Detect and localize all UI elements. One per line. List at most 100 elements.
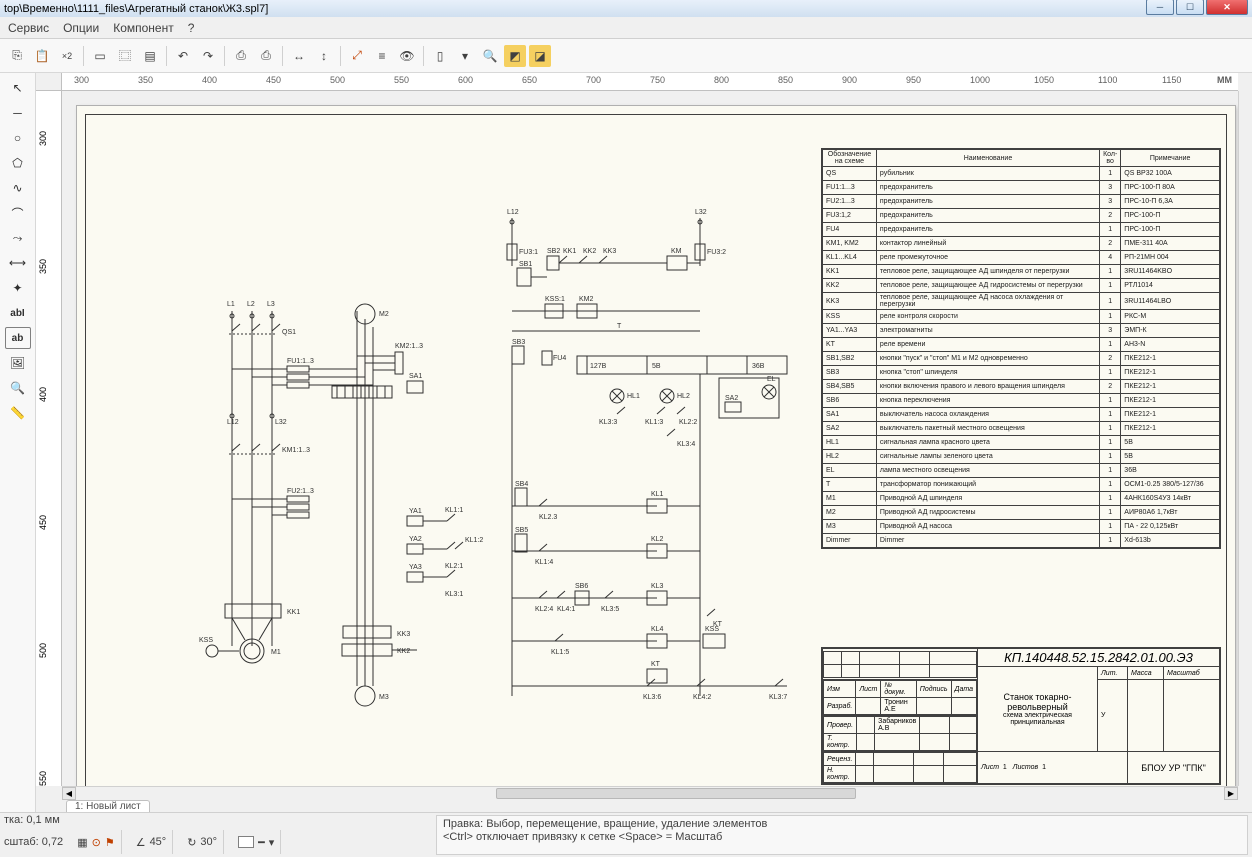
redo-icon[interactable]: ↷ xyxy=(197,45,219,67)
zoom-icon[interactable]: 🔍 xyxy=(479,45,501,67)
ruler-tool-icon[interactable]: 📏 xyxy=(5,402,31,424)
svg-text:KL3:5: KL3:5 xyxy=(601,606,619,613)
duplicate-icon[interactable]: ×2 xyxy=(56,45,78,67)
sheet-tabs: 1: Новый лист xyxy=(36,800,1252,812)
svg-text:KK3: KK3 xyxy=(603,248,616,255)
scroll-thumb[interactable] xyxy=(496,788,856,799)
binoculars-icon[interactable]: 👁 xyxy=(396,45,418,67)
text-tool-icon[interactable]: ab xyxy=(5,327,31,349)
scroll-left-icon[interactable]: ◀ xyxy=(62,787,76,800)
svg-text:L32: L32 xyxy=(695,209,707,216)
form-icon[interactable]: ▯ xyxy=(429,45,451,67)
step-angle-icon[interactable]: ↻ xyxy=(187,836,196,849)
print-preview-icon[interactable]: ⎙ xyxy=(255,45,277,67)
table-row: SA2выключатель пакетный местного освещен… xyxy=(823,422,1220,436)
svg-text:SB4: SB4 xyxy=(515,481,528,488)
table-row: FU4предохранитель1ПРС-100-П xyxy=(823,223,1220,237)
svg-text:L12: L12 xyxy=(227,419,239,426)
flag-icon[interactable]: ⚑ xyxy=(105,836,115,849)
menu-component[interactable]: Компонент xyxy=(113,21,174,35)
close-button[interactable]: ✕ xyxy=(1206,0,1248,15)
highlight-1-icon[interactable]: ◩ xyxy=(504,45,526,67)
dropdown-icon[interactable]: ▾ xyxy=(269,836,275,849)
svg-text:KL4:2: KL4:2 xyxy=(693,694,711,701)
svg-text:M3: M3 xyxy=(379,694,389,701)
viewport[interactable]: L1 L2 L3 QS1 FU1:1..3 xyxy=(62,91,1238,786)
drawing-page[interactable]: L1 L2 L3 QS1 FU1:1..3 xyxy=(76,105,1236,786)
line-tool-icon[interactable]: ─ xyxy=(5,102,31,124)
snap-icon[interactable]: ⊙ xyxy=(92,836,101,849)
svg-text:KL3:1: KL3:1 xyxy=(445,591,463,598)
grid-icon[interactable]: ▦ xyxy=(77,836,87,849)
point-tool-icon[interactable]: ✦ xyxy=(5,277,31,299)
table-row: FU3:1,2предохранитель2ПРС-100-П xyxy=(823,209,1220,223)
svg-text:HL1: HL1 xyxy=(627,393,640,400)
maximize-button[interactable]: ☐ xyxy=(1176,0,1204,15)
svg-text:KK3: KK3 xyxy=(397,631,410,638)
bezier-tool-icon[interactable]: ⤳ xyxy=(5,227,31,249)
svg-text:KM2: KM2 xyxy=(579,296,594,303)
sheet-tab-1[interactable]: 1: Новый лист xyxy=(66,800,150,812)
spline-tool-icon[interactable]: ∿ xyxy=(5,177,31,199)
menu-options[interactable]: Опции xyxy=(63,21,99,35)
svg-text:KL1:4: KL1:4 xyxy=(535,559,553,566)
scroll-right-icon[interactable]: ▶ xyxy=(1224,787,1238,800)
table-row: KSSреле контроля скорости1РКС-М xyxy=(823,310,1220,324)
parts-col-qty: Кол-во xyxy=(1100,150,1121,167)
svg-text:KL2.3: KL2.3 xyxy=(539,514,557,521)
table-row: SB3кнопка "стоп" шпинделя1ПКЕ212-1 xyxy=(823,366,1220,380)
copy-icon[interactable]: ⎘ xyxy=(6,45,28,67)
vertical-scrollbar[interactable] xyxy=(1238,91,1252,786)
svg-text:FU3:2: FU3:2 xyxy=(707,249,726,256)
status-grid: тка: 0,1 мм xyxy=(4,814,60,826)
print-icon[interactable]: ⎙ xyxy=(230,45,252,67)
ellipse-tool-icon[interactable]: ○ xyxy=(5,127,31,149)
measure-icon[interactable]: ⤢ xyxy=(346,45,368,67)
svg-text:KL1: KL1 xyxy=(651,491,664,498)
svg-text:HL2: HL2 xyxy=(677,393,690,400)
form-dropdown-icon[interactable]: ▾ xyxy=(454,45,476,67)
horizontal-scrollbar[interactable]: ◀ ▶ xyxy=(62,786,1238,800)
table-row: KM1, KM2контактор линейный2ПМЕ-311 40А xyxy=(823,237,1220,251)
arc-tool-icon[interactable]: ⌒ xyxy=(5,202,31,224)
organization: БПОУ УР "ГПК" xyxy=(1128,752,1220,784)
layer-color-icon[interactable] xyxy=(238,836,254,848)
layer-icon[interactable]: ▤ xyxy=(139,45,161,67)
select-tool-icon[interactable]: ↖ xyxy=(5,77,31,99)
polygon-tool-icon[interactable]: ⬠ xyxy=(5,152,31,174)
svg-text:FU2:1..3: FU2:1..3 xyxy=(287,488,314,495)
svg-text:YA2: YA2 xyxy=(409,536,422,543)
angle-icon[interactable]: ∠ xyxy=(136,836,146,849)
page-icon[interactable]: ▭ xyxy=(89,45,111,67)
svg-text:KK2: KK2 xyxy=(397,648,410,655)
zoom-tool-icon[interactable]: 🔍 xyxy=(5,377,31,399)
menu-help[interactable]: ? xyxy=(188,21,195,35)
ruler-unit: ММ xyxy=(1217,75,1232,85)
list-icon[interactable]: ≡ xyxy=(371,45,393,67)
minimize-button[interactable]: ─ xyxy=(1146,0,1174,15)
table-row: KK1тепловое реле, защищающее АД шпинделя… xyxy=(823,265,1220,279)
paste-icon[interactable]: 📋 xyxy=(31,45,53,67)
svg-text:KSS: KSS xyxy=(199,637,213,644)
horizontal-ruler: 3003504004505005506006507007508008509009… xyxy=(62,73,1238,91)
svg-text:YA1: YA1 xyxy=(409,508,422,515)
dimension-tool-icon[interactable]: ⟷ xyxy=(5,252,31,274)
svg-text:FU3:1: FU3:1 xyxy=(519,249,538,256)
table-row: ELлампа местного освещения136В xyxy=(823,464,1220,478)
menu-service[interactable]: Сервис xyxy=(8,21,49,35)
dim-x-icon[interactable]: ↔ xyxy=(288,45,310,67)
table-row: Tтрансформатор понижающий1ОСМ1-0.25 380/… xyxy=(823,478,1220,492)
text-outline-tool-icon[interactable]: abI xyxy=(5,302,31,324)
line-style-icon[interactable]: ━ xyxy=(258,836,265,849)
table-row: SB1,SB2кнопки "пуск" и "стоп" М1 и М2 од… xyxy=(823,352,1220,366)
highlight-2-icon[interactable]: ◪ xyxy=(529,45,551,67)
pages-icon[interactable]: ⿴ xyxy=(114,45,136,67)
status-step-angle: 30° xyxy=(200,836,217,848)
image-tool-icon[interactable]: 🖼 xyxy=(5,352,31,374)
undo-icon[interactable]: ↶ xyxy=(172,45,194,67)
svg-text:FU1:1..3: FU1:1..3 xyxy=(287,358,314,365)
drawing-name-2: схема электрическая принципиальная xyxy=(981,712,1094,726)
dim-y-icon[interactable]: ↕ xyxy=(313,45,335,67)
svg-text:KL4: KL4 xyxy=(651,626,664,633)
svg-text:FU4: FU4 xyxy=(553,355,566,362)
